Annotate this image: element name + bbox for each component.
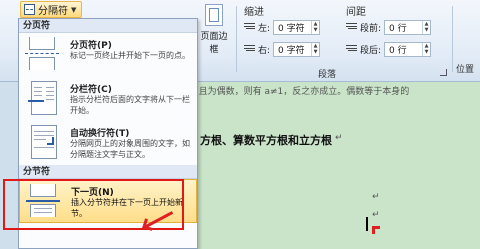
spin-arrows-icon[interactable]: ▲ ▼ <box>422 42 430 56</box>
menu-item-text-wrapping-break[interactable]: 自动换行符(T) 分隔网页上的对象周围的文字，如分隔题注文字与正文。 <box>19 121 197 165</box>
page-breaks-section-header: 分页符 <box>19 19 197 33</box>
text-wrapping-break-icon <box>25 125 61 159</box>
document-line: 0 且为偶数，则有 a≠1，反之亦成立。偶数等于本身的 <box>190 87 410 97</box>
paragraph-group-label: 段落 <box>318 70 337 80</box>
spacing-header: 间距 <box>346 7 366 18</box>
indent-left-row: 左: 0 字符 ▲ ▼ <box>244 19 321 35</box>
document-canvas[interactable]: 0 且为偶数，则有 a≠1，反之亦成立。偶数等于本身的 方根、算数平方根和立方根 <box>186 82 480 249</box>
breaks-button-label: 分隔符 <box>38 6 68 17</box>
spacing-after-icon <box>346 44 357 54</box>
spin-arrows-icon[interactable]: ▲ ▼ <box>311 20 319 34</box>
menu-item-description: 分隔网页上的对象周围的文字，如分隔题注文字与正文。 <box>70 139 190 159</box>
column-break-icon <box>25 81 61 115</box>
spacing-before-label: 段前: <box>360 23 382 34</box>
spacing-after-row: 段后: 0 行 ▲ ▼ <box>346 41 432 57</box>
indent-left-input[interactable]: 0 字符 ▲ ▼ <box>273 19 321 35</box>
spacing-before-value: 0 行 <box>389 23 407 34</box>
spin-arrows-icon[interactable]: ▲ ▼ <box>311 42 319 56</box>
page-border-icon <box>205 4 223 26</box>
paragraph-mark: ↵ <box>372 192 380 202</box>
indent-right-value: 0 字符 <box>278 45 305 56</box>
indent-left-icon <box>244 22 255 32</box>
menu-item-page-break[interactable]: 分页符(P) 标记一页终止并开始下一页的点。 <box>19 33 197 77</box>
page-borders-button[interactable]: 页面边框 <box>197 4 231 55</box>
group-separator <box>236 6 237 72</box>
indent-right-row: 右: 0 字符 ▲ ▼ <box>244 41 321 57</box>
indent-right-input[interactable]: 0 字符 ▲ ▼ <box>273 41 321 57</box>
red-arrow-annotation <box>372 226 380 234</box>
spacing-before-icon <box>346 22 357 32</box>
text-cursor <box>366 217 368 231</box>
spacing-after-value: 0 行 <box>389 45 407 56</box>
breaks-icon <box>24 4 35 15</box>
menu-item-description: 标记一页终止并开始下一页的点。 <box>70 51 190 60</box>
page-break-icon <box>25 37 61 71</box>
position-label[interactable]: 位置 <box>456 62 474 75</box>
indent-right-icon <box>244 44 255 54</box>
indent-header: 缩进 <box>244 7 264 18</box>
page-borders-label: 页面边框 <box>200 32 228 55</box>
spacing-before-row: 段前: 0 行 ▲ ▼ <box>346 19 432 35</box>
spacing-after-input[interactable]: 0 行 ▲ ▼ <box>384 41 432 57</box>
group-separator <box>452 6 453 72</box>
chevron-down-icon: ▼ <box>71 5 77 14</box>
menu-item-description: 指示分栏符后面的文字将从下一栏开始。 <box>70 95 190 115</box>
indent-left-value: 0 字符 <box>278 23 305 34</box>
dialog-launcher-icon[interactable] <box>440 69 447 76</box>
breaks-button[interactable]: 分隔符 ▼ <box>20 1 83 18</box>
spin-arrows-icon[interactable]: ▲ ▼ <box>422 20 430 34</box>
spacing-before-input[interactable]: 0 行 ▲ ▼ <box>384 19 432 35</box>
document-heading: 方根、算数平方根和立方根 <box>200 134 332 147</box>
paragraph-mark: ↵ <box>372 210 380 220</box>
section-breaks-section-header: 分节符 <box>19 165 197 179</box>
spacing-after-label: 段后: <box>360 45 382 56</box>
indent-left-label: 左: <box>258 23 271 34</box>
menu-item-column-break[interactable]: 分栏符(C) 指示分栏符后面的文字将从下一栏开始。 <box>19 77 197 121</box>
paragraph-mark: ↵ <box>335 133 343 143</box>
indent-right-label: 右: <box>258 45 271 56</box>
